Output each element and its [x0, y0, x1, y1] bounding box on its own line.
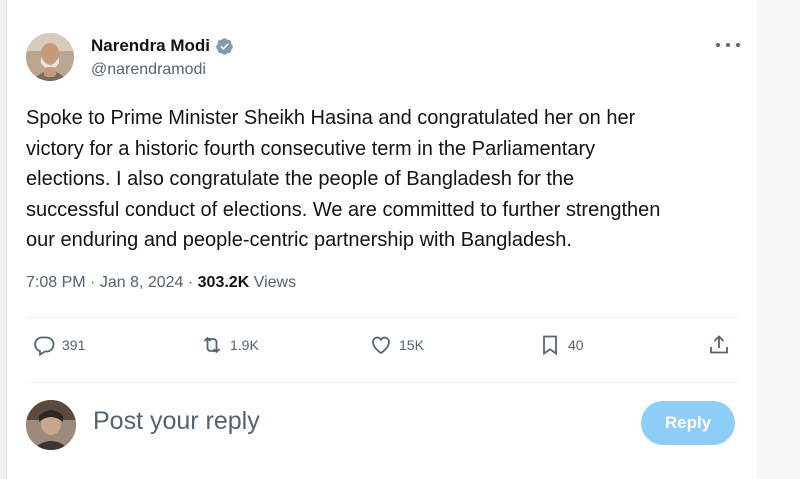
tweet-actions-bar: 391 1.9K 15K 40 — [26, 333, 739, 363]
repost-icon — [203, 336, 221, 354]
more-dot — [726, 43, 730, 47]
views-label: Views — [249, 274, 297, 291]
like-count: 15K — [399, 337, 424, 353]
tweet-time[interactable]: 7:08 PM — [26, 274, 86, 292]
views-count[interactable]: 303.2K — [198, 274, 250, 292]
share-icon — [710, 335, 728, 354]
tweet-date[interactable]: Jan 8, 2024 — [100, 274, 184, 292]
comment-icon — [34, 336, 55, 357]
right-column-background — [758, 0, 800, 479]
user-avatar[interactable] — [26, 400, 76, 450]
tweet-text: Spoke to Prime Minister Sheikh Hasina an… — [26, 107, 661, 251]
reply-button[interactable]: 391 — [32, 333, 85, 357]
tweet-meta: 7:08 PM · Jan 8, 2024 · 303.2K Views — [26, 274, 296, 292]
divider-bottom — [26, 382, 739, 383]
author-name-row[interactable]: Narendra Modi — [91, 36, 234, 56]
reply-count: 391 — [62, 337, 86, 353]
repost-button[interactable]: 1.9K — [200, 333, 259, 357]
reply-input[interactable]: Post your reply — [93, 407, 260, 436]
user-avatar-image — [26, 400, 76, 450]
left-frame-edge — [0, 0, 7, 479]
divider-top — [26, 317, 739, 318]
meta-separator: · — [183, 274, 198, 291]
author-name[interactable]: Narendra Modi — [91, 36, 210, 56]
meta-separator: · — [85, 274, 100, 291]
like-button[interactable]: 15K — [369, 333, 424, 357]
reply-submit-button[interactable]: Reply — [641, 401, 735, 445]
more-dot — [736, 43, 740, 47]
bookmark-icon — [543, 335, 557, 356]
author-avatar-image — [26, 33, 74, 81]
share-button[interactable] — [707, 333, 731, 357]
author-handle[interactable]: @narendramodi — [91, 61, 206, 79]
bookmark-count: 40 — [568, 337, 584, 353]
bookmark-button[interactable]: 40 — [538, 333, 584, 357]
verified-badge-icon — [215, 37, 234, 56]
repost-count: 1.9K — [230, 337, 259, 353]
more-dot — [716, 43, 720, 47]
heart-icon — [372, 336, 390, 355]
more-horizontal-icon[interactable] — [716, 37, 740, 53]
author-avatar[interactable] — [26, 33, 74, 81]
